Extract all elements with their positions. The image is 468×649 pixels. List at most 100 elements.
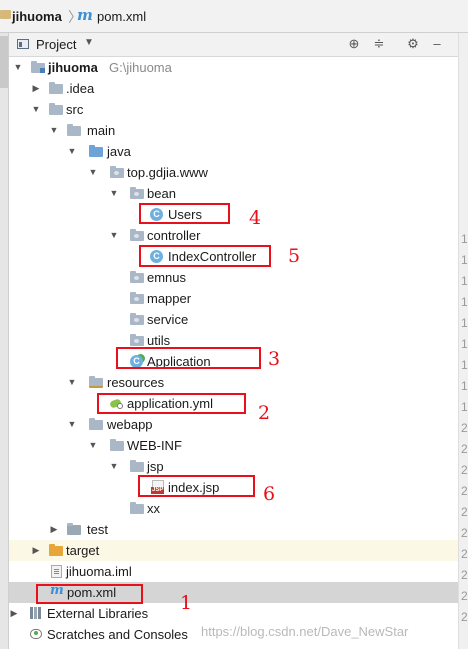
tree-node-package[interactable]: ▼ top.gdjia.www <box>9 162 458 183</box>
tree-node-root[interactable]: ▼ jihuoma G:\jihuoma <box>9 57 458 78</box>
crosshair-icon[interactable]: ⊕ <box>346 36 362 52</box>
tree-label: mapper <box>147 291 192 306</box>
tree-node-controller[interactable]: ▼ controller <box>9 225 458 246</box>
expand-arrow-icon[interactable]: ▼ <box>13 61 23 73</box>
minimize-icon[interactable]: – <box>429 36 445 52</box>
folder-icon <box>110 439 124 451</box>
annotation-box-4 <box>139 203 230 224</box>
tree-node-webapp[interactable]: ▼ webapp <box>9 414 458 435</box>
tree-label: webapp <box>107 417 153 432</box>
line-number: 2 <box>461 610 468 624</box>
collapse-arrow-icon[interactable]: ▶ <box>9 607 19 619</box>
package-icon <box>130 292 144 304</box>
view-dropdown-icon[interactable]: ▼ <box>84 37 94 48</box>
web-folder-icon <box>89 418 103 430</box>
left-tool-strip <box>0 33 9 649</box>
line-number: 1 <box>461 274 468 288</box>
annotation-box-6 <box>138 475 255 497</box>
expand-arrow-icon[interactable]: ▼ <box>67 376 77 388</box>
tree-node-idea[interactable]: ▶ .idea <box>9 78 458 99</box>
resources-folder-icon <box>89 376 103 388</box>
tree-node-java[interactable]: ▼ java <box>9 141 458 162</box>
expand-arrow-icon[interactable]: ▼ <box>67 145 77 157</box>
tree-label: jihuoma.iml <box>66 564 132 579</box>
project-panel-header: Project ▼ ⊕ ≑ ⚙ – <box>9 33 458 57</box>
tree-node-external-libraries[interactable]: ▶ External Libraries <box>9 603 458 624</box>
folder-icon <box>49 103 63 115</box>
annotation-box-2 <box>97 393 246 414</box>
project-tool-tab[interactable] <box>0 36 8 88</box>
tree-node-target[interactable]: ▶ target <box>9 540 458 561</box>
line-number: 2 <box>461 484 468 498</box>
iml-file-icon <box>51 565 62 578</box>
expand-arrow-icon[interactable]: ▼ <box>109 460 119 472</box>
tree-node-service[interactable]: service <box>9 309 458 330</box>
package-icon <box>130 313 144 325</box>
folder-icon <box>130 502 144 514</box>
maven-icon: m <box>77 6 93 24</box>
tree-node-emnus[interactable]: emnus <box>9 267 458 288</box>
tree-label: test <box>87 522 108 537</box>
line-number: 1 <box>461 337 468 351</box>
tree-label: java <box>107 144 131 159</box>
line-number: 2 <box>461 421 468 435</box>
expand-arrow-icon[interactable]: ▼ <box>88 439 98 451</box>
source-folder-icon <box>89 145 103 157</box>
navigation-bar: jihuoma 〉 m pom.xml <box>0 0 468 33</box>
tree-node-mapper[interactable]: mapper <box>9 288 458 309</box>
tree-node-main[interactable]: ▼ main <box>9 120 458 141</box>
package-icon <box>110 166 124 178</box>
line-number: 1 <box>461 295 468 309</box>
tree-label: main <box>87 123 116 138</box>
folder-icon <box>130 460 144 472</box>
tree-node-users[interactable]: C Users <box>9 204 458 225</box>
tree-node-web-inf[interactable]: ▼ WEB-INF <box>9 435 458 456</box>
collapse-icon[interactable]: ≑ <box>371 36 387 52</box>
project-folder-icon <box>0 10 11 19</box>
annotation-box-5 <box>139 245 271 267</box>
tree-label: WEB-INF <box>127 438 182 453</box>
annotation-number-1: 1 <box>180 592 193 614</box>
line-number: 1 <box>461 232 468 246</box>
tree-label: top.gdjia.www <box>127 165 208 180</box>
expand-arrow-icon[interactable]: ▼ <box>67 418 77 430</box>
tree-node-resources[interactable]: ▼ resources <box>9 372 458 393</box>
tree-node-jsp[interactable]: ▼ jsp <box>9 456 458 477</box>
tree-node-test[interactable]: ▶ test <box>9 519 458 540</box>
line-number: 1 <box>461 358 468 372</box>
line-number: 1 <box>461 379 468 393</box>
tree-node-iml[interactable]: jihuoma.iml <box>9 561 458 582</box>
expand-arrow-icon[interactable]: ▼ <box>31 103 41 115</box>
project-view-title[interactable]: Project <box>36 37 76 52</box>
package-icon <box>130 334 144 346</box>
watermark: https://blog.csdn.net/Dave_NewStar <box>201 624 409 639</box>
tree-label: External Libraries <box>47 606 149 621</box>
expand-arrow-icon[interactable]: ▼ <box>49 124 59 136</box>
folder-icon <box>67 124 81 136</box>
tree-label: jihuoma <box>48 60 98 75</box>
tree-node-src[interactable]: ▼ src <box>9 99 458 120</box>
project-view-icon <box>17 39 29 49</box>
tree-node-xx[interactable]: xx <box>9 498 458 519</box>
tree-label: Scratches and Consoles <box>47 627 188 642</box>
tree-node-bean[interactable]: ▼ bean <box>9 183 458 204</box>
line-number: 2 <box>461 526 468 540</box>
annotation-number-6: 6 <box>263 483 276 505</box>
gear-icon[interactable]: ⚙ <box>405 36 421 52</box>
tree-label: controller <box>147 228 201 243</box>
collapse-arrow-icon[interactable]: ▶ <box>31 544 41 556</box>
breadcrumb-file[interactable]: pom.xml <box>97 9 146 24</box>
annotation-number-5: 5 <box>288 245 301 267</box>
tree-label: emnus <box>147 270 187 285</box>
tree-label: resources <box>107 375 165 390</box>
collapse-arrow-icon[interactable]: ▶ <box>31 82 41 94</box>
expand-arrow-icon[interactable]: ▼ <box>109 187 119 199</box>
expand-arrow-icon[interactable]: ▼ <box>109 229 119 241</box>
package-icon <box>130 187 144 199</box>
package-icon <box>130 271 144 283</box>
line-number: 2 <box>461 547 468 561</box>
line-number: 1 <box>461 400 468 414</box>
breadcrumb-project[interactable]: jihuoma <box>12 9 62 24</box>
expand-arrow-icon[interactable]: ▼ <box>88 166 98 178</box>
collapse-arrow-icon[interactable]: ▶ <box>49 523 59 535</box>
